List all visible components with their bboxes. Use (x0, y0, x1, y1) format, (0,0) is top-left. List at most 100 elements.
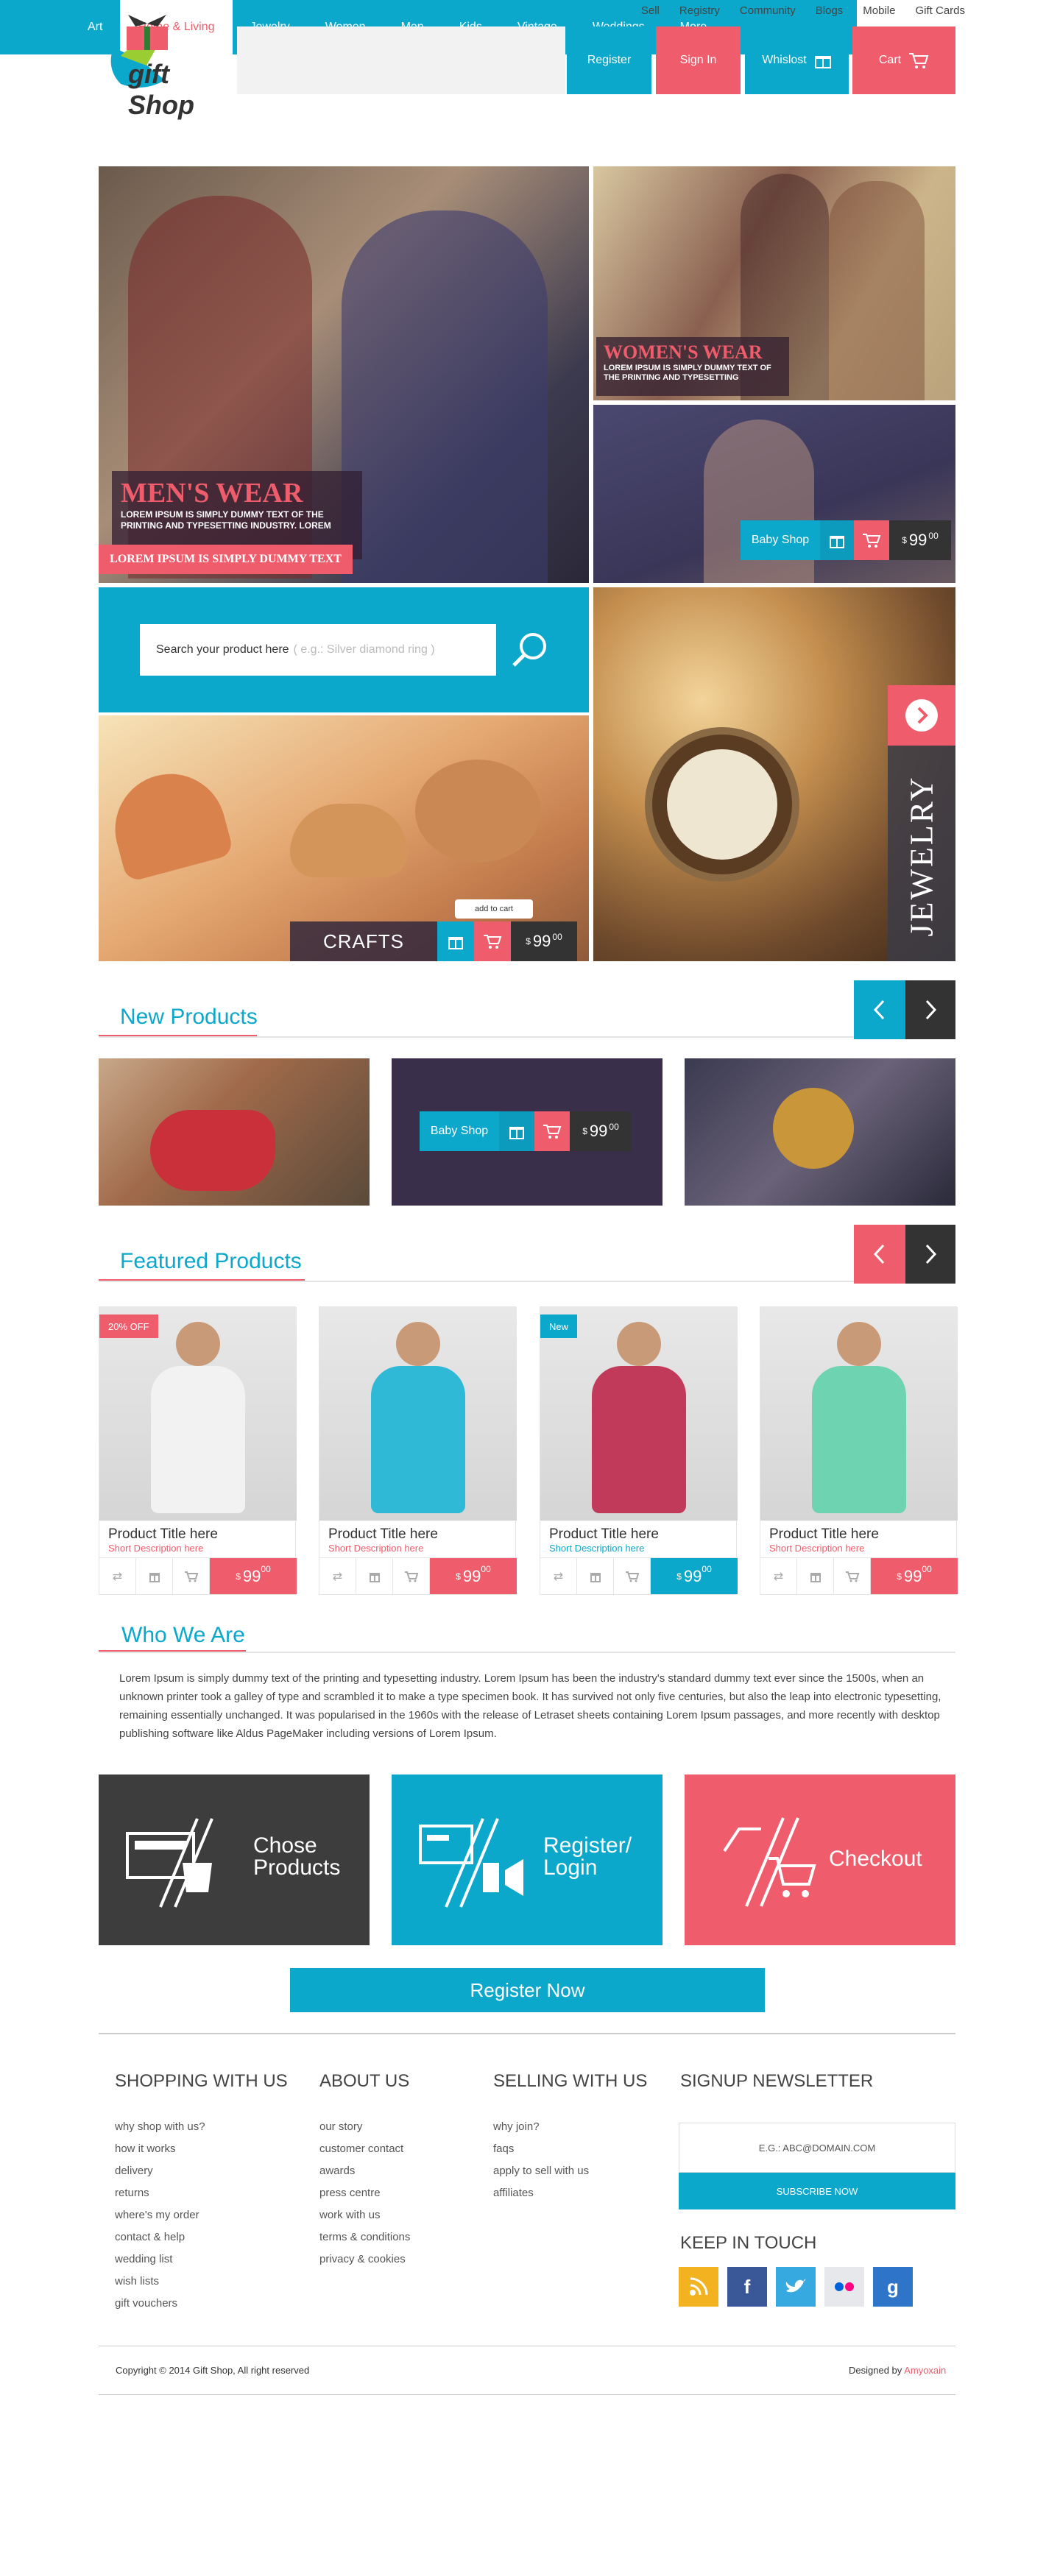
step-chose-products[interactable]: Chose Products (99, 1774, 370, 1945)
red-handbag (150, 1110, 275, 1191)
butterfly-pendant (415, 760, 540, 863)
product-title[interactable]: Product Title here (108, 1526, 218, 1543)
twitter-icon[interactable] (776, 2267, 816, 2307)
designed-by-label: Designed by (849, 2365, 902, 2376)
register-now-button[interactable]: Register Now (290, 1968, 765, 2012)
product-title[interactable]: Product Title here (769, 1526, 879, 1543)
jewelry-next-button[interactable] (888, 685, 955, 746)
baby-cart-button[interactable] (854, 520, 889, 560)
wishlist-button[interactable]: Whislost (745, 26, 849, 94)
footer-link[interactable]: press centre (319, 2187, 410, 2209)
search-input[interactable]: Search your product here ( e.g.: Silver … (140, 624, 496, 676)
footer-link[interactable]: gift vouchers (115, 2297, 205, 2319)
title-underline (99, 1650, 246, 1652)
cart-icon[interactable] (173, 1558, 210, 1595)
designer-link[interactable]: Amyoxain (904, 2365, 946, 2376)
footer-link[interactable]: why join? (493, 2120, 589, 2142)
baby-shop-banner[interactable]: Baby Shop $99 00 (593, 405, 955, 583)
new-next-button[interactable] (905, 980, 955, 1039)
featured-next-button[interactable] (905, 1225, 955, 1284)
womens-wear-banner[interactable]: WOMEN'S WEAR LOREM IPSUM IS SIMPLY DUMMY… (593, 166, 955, 400)
footer-link[interactable]: how it works (115, 2142, 205, 2165)
product-image[interactable] (319, 1307, 517, 1521)
google-icon[interactable]: g (873, 2267, 913, 2307)
top-link-community[interactable]: Community (740, 4, 796, 17)
signin-button[interactable]: Sign In (656, 26, 741, 94)
footer-link[interactable]: wish lists (115, 2275, 205, 2297)
register-button[interactable]: Register (567, 26, 651, 94)
baby-shop-label[interactable]: Baby Shop (741, 520, 820, 560)
footer-link[interactable]: where's my order (115, 2209, 205, 2231)
jewelry-banner[interactable]: JEWELRY (593, 587, 955, 961)
footer-link[interactable]: affiliates (493, 2187, 589, 2209)
footer-link[interactable]: faqs (493, 2142, 589, 2165)
logo[interactable]: gift Shop (99, 10, 233, 120)
product-card[interactable]: New Product Title here Short Description… (540, 1306, 738, 1595)
product-title[interactable]: Product Title here (328, 1526, 438, 1543)
new-product-baby[interactable]: Baby Shop $99 00 (392, 1058, 662, 1206)
subscribe-button[interactable]: SUBSCRIBE NOW (679, 2173, 955, 2209)
newsletter-email-input[interactable]: E.G.: ABC@DOMAIN.COM (679, 2123, 955, 2173)
footer-link[interactable]: why shop with us? (115, 2120, 205, 2142)
top-link-registry[interactable]: Registry (679, 4, 720, 17)
product-title[interactable]: Product Title here (549, 1526, 659, 1543)
footer-link[interactable]: wedding list (115, 2253, 205, 2275)
footer-link[interactable]: contact & help (115, 2231, 205, 2253)
product-image[interactable] (540, 1307, 738, 1521)
step-register-login[interactable]: Register/ Login (392, 1774, 662, 1945)
footer-link[interactable]: apply to sell with us (493, 2165, 589, 2187)
top-link-blogs[interactable]: Blogs (816, 4, 844, 17)
new-prev-button[interactable] (854, 980, 905, 1039)
compare-icon[interactable]: ⇄ (319, 1558, 356, 1595)
top-link-gift-cards[interactable]: Gift Cards (915, 4, 965, 17)
gift-icon[interactable] (577, 1558, 614, 1595)
footer-link[interactable]: our story (319, 2120, 410, 2142)
baby-gift-button[interactable] (499, 1111, 534, 1151)
title-underline (99, 1035, 257, 1036)
baby-shop-label[interactable]: Baby Shop (420, 1111, 499, 1151)
top-link-mobile[interactable]: Mobile (863, 4, 895, 17)
compare-icon[interactable]: ⇄ (540, 1558, 577, 1595)
compare-icon[interactable]: ⇄ (760, 1558, 797, 1595)
cart-button[interactable]: Cart (852, 26, 955, 94)
product-card[interactable]: Product Title here Short Description her… (319, 1306, 517, 1595)
product-card[interactable]: Product Title here Short Description her… (760, 1306, 958, 1595)
featured-prev-button[interactable] (854, 1225, 905, 1284)
search-button[interactable] (504, 624, 555, 676)
product-image[interactable] (99, 1307, 297, 1521)
footer-link[interactable]: work with us (319, 2209, 410, 2231)
crafts-cart-button[interactable] (474, 921, 511, 961)
cart-icon[interactable] (834, 1558, 871, 1595)
top-link-sell[interactable]: Sell (641, 4, 660, 17)
footer-divider (99, 2033, 955, 2034)
gift-icon[interactable] (136, 1558, 173, 1595)
footer-link[interactable]: returns (115, 2187, 205, 2209)
womens-caption: WOMEN'S WEAR LOREM IPSUM IS SIMPLY DUMMY… (596, 337, 789, 396)
footer-link[interactable]: customer contact (319, 2142, 410, 2165)
product-card[interactable]: 20% OFF Product Title here Short Descrip… (99, 1306, 297, 1595)
flickr-icon[interactable] (824, 2267, 864, 2307)
footer-link[interactable]: privacy & cookies (319, 2253, 410, 2275)
gift-icon[interactable] (356, 1558, 393, 1595)
cart-icon[interactable] (393, 1558, 430, 1595)
rss-icon[interactable] (679, 2267, 718, 2307)
new-product-watch[interactable] (685, 1058, 955, 1206)
mens-wear-banner[interactable]: MEN'S WEAR LOREM IPSUM IS SIMPLY DUMMY T… (99, 166, 589, 583)
register-label: Register (587, 54, 632, 66)
compare-icon[interactable]: ⇄ (99, 1558, 136, 1595)
baby-gift-button[interactable] (820, 520, 854, 560)
footer-link[interactable]: terms & conditions (319, 2231, 410, 2253)
price-currency: $ (897, 1571, 902, 1582)
step-checkout[interactable]: Checkout (685, 1774, 955, 1945)
footer-link[interactable]: delivery (115, 2165, 205, 2187)
crafts-gift-button[interactable] (437, 921, 474, 961)
crafts-banner[interactable]: add to cart CRAFTS $99 00 (99, 715, 589, 961)
facebook-icon[interactable]: f (727, 2267, 767, 2307)
crafts-price: $99 00 (511, 921, 577, 961)
product-image[interactable] (760, 1307, 958, 1521)
gift-icon[interactable] (797, 1558, 834, 1595)
baby-cart-button[interactable] (534, 1111, 570, 1151)
cart-icon[interactable] (614, 1558, 651, 1595)
footer-link[interactable]: awards (319, 2165, 410, 2187)
new-product-bag[interactable] (99, 1058, 370, 1206)
